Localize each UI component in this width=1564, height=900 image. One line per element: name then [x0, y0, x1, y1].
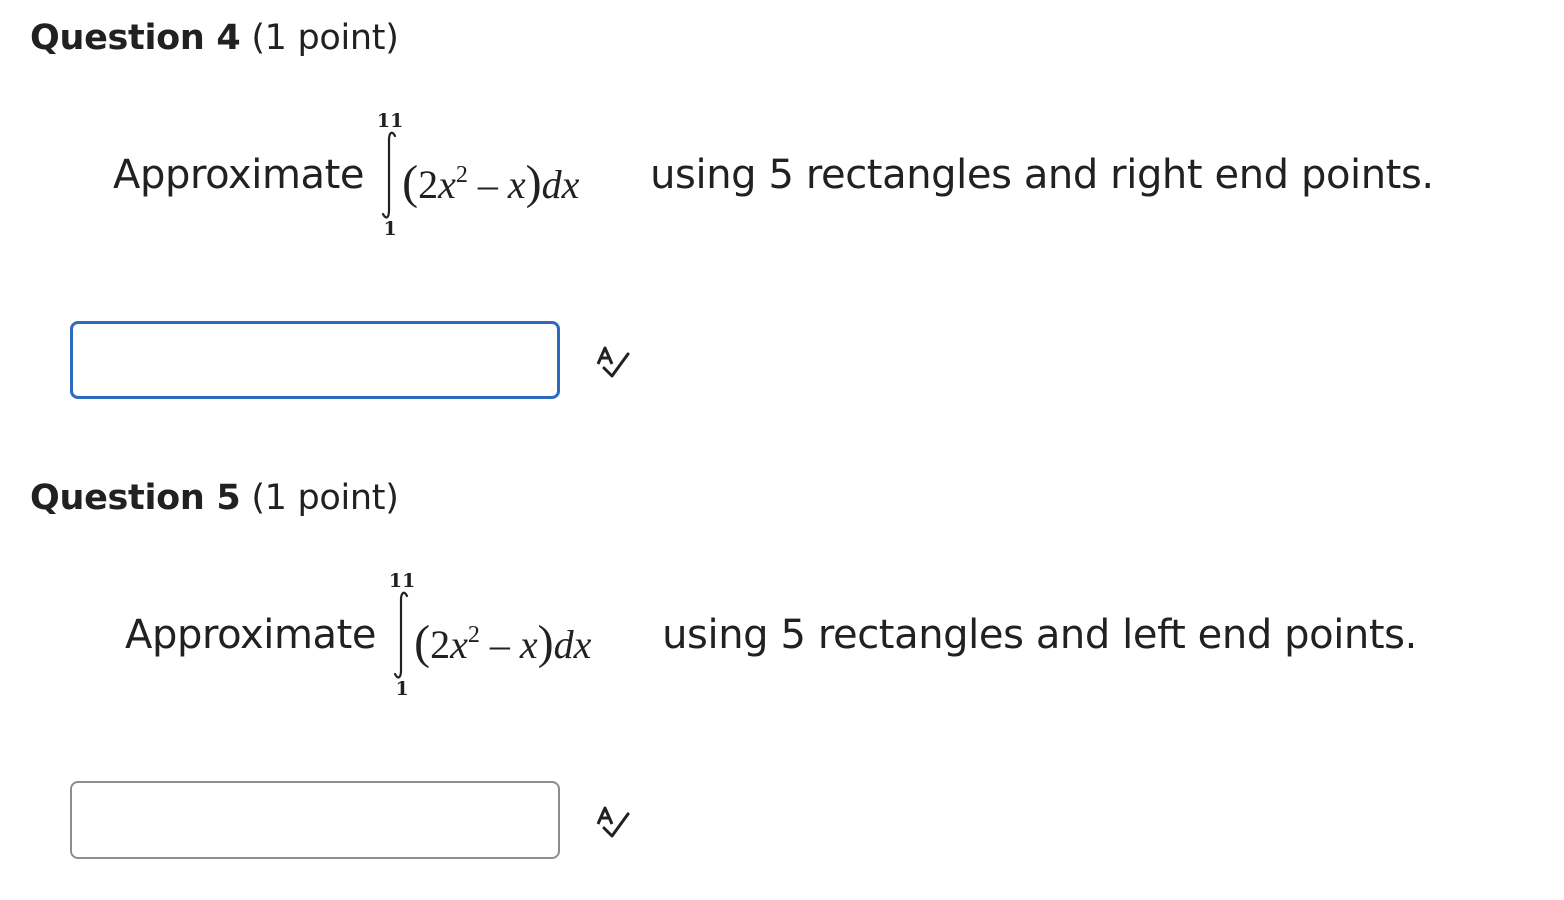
- spell-check-icon[interactable]: [592, 342, 632, 382]
- question-title: Question 4: [30, 18, 241, 58]
- variable-2: x: [519, 622, 538, 667]
- variable: x: [450, 622, 468, 667]
- prompt-text-before: Approximate: [125, 612, 377, 658]
- exponent: 2: [455, 162, 468, 188]
- integrand: (2x2 – x)dx: [402, 150, 579, 210]
- prompt-text-after: using 5 rectangles and left end points.: [662, 612, 1417, 658]
- definite-integral: 11 1 (2x2 – x)dx: [388, 570, 650, 700]
- variable-2: x: [507, 162, 526, 207]
- question-prompt: Approximate 11 1 (2x2 – x)dx using 5 rec…: [113, 110, 1434, 240]
- open-paren: (: [402, 156, 419, 209]
- close-paren: ): [525, 156, 542, 209]
- question-title: Question 5: [30, 478, 241, 518]
- integral-upper-limit: 11: [388, 570, 416, 592]
- integral-sign-icon: [394, 591, 409, 679]
- minus-sign: –: [477, 162, 498, 207]
- open-paren: (: [414, 616, 431, 669]
- spell-check-icon[interactable]: [592, 802, 632, 842]
- exponent: 2: [467, 622, 480, 648]
- answer-input-q4[interactable]: [70, 321, 560, 399]
- integral-lower-limit: 1: [395, 678, 409, 700]
- integral-lower-limit: 1: [383, 218, 397, 240]
- integral-upper-limit: 11: [376, 110, 404, 132]
- question-points: (1 point): [251, 478, 399, 518]
- variable: x: [438, 162, 456, 207]
- differential: dx: [541, 162, 580, 207]
- integrand: (2x2 – x)dx: [414, 610, 591, 670]
- question-heading: Question 4 (1 point): [30, 18, 399, 58]
- question-points: (1 point): [251, 18, 399, 58]
- minus-sign: –: [489, 622, 510, 667]
- definite-integral: 11 1 (2x2 – x)dx: [376, 110, 638, 240]
- question-prompt: Approximate 11 1 (2x2 – x)dx using 5 rec…: [125, 570, 1417, 700]
- integral-sign-icon: [382, 131, 397, 219]
- coefficient: 2: [418, 162, 439, 207]
- question-heading: Question 5 (1 point): [30, 478, 399, 518]
- prompt-text-before: Approximate: [113, 152, 365, 198]
- prompt-text-after: using 5 rectangles and right end points.: [650, 152, 1434, 198]
- coefficient: 2: [430, 622, 451, 667]
- close-paren: ): [537, 616, 554, 669]
- differential: dx: [553, 622, 592, 667]
- answer-input-q5[interactable]: [70, 781, 560, 859]
